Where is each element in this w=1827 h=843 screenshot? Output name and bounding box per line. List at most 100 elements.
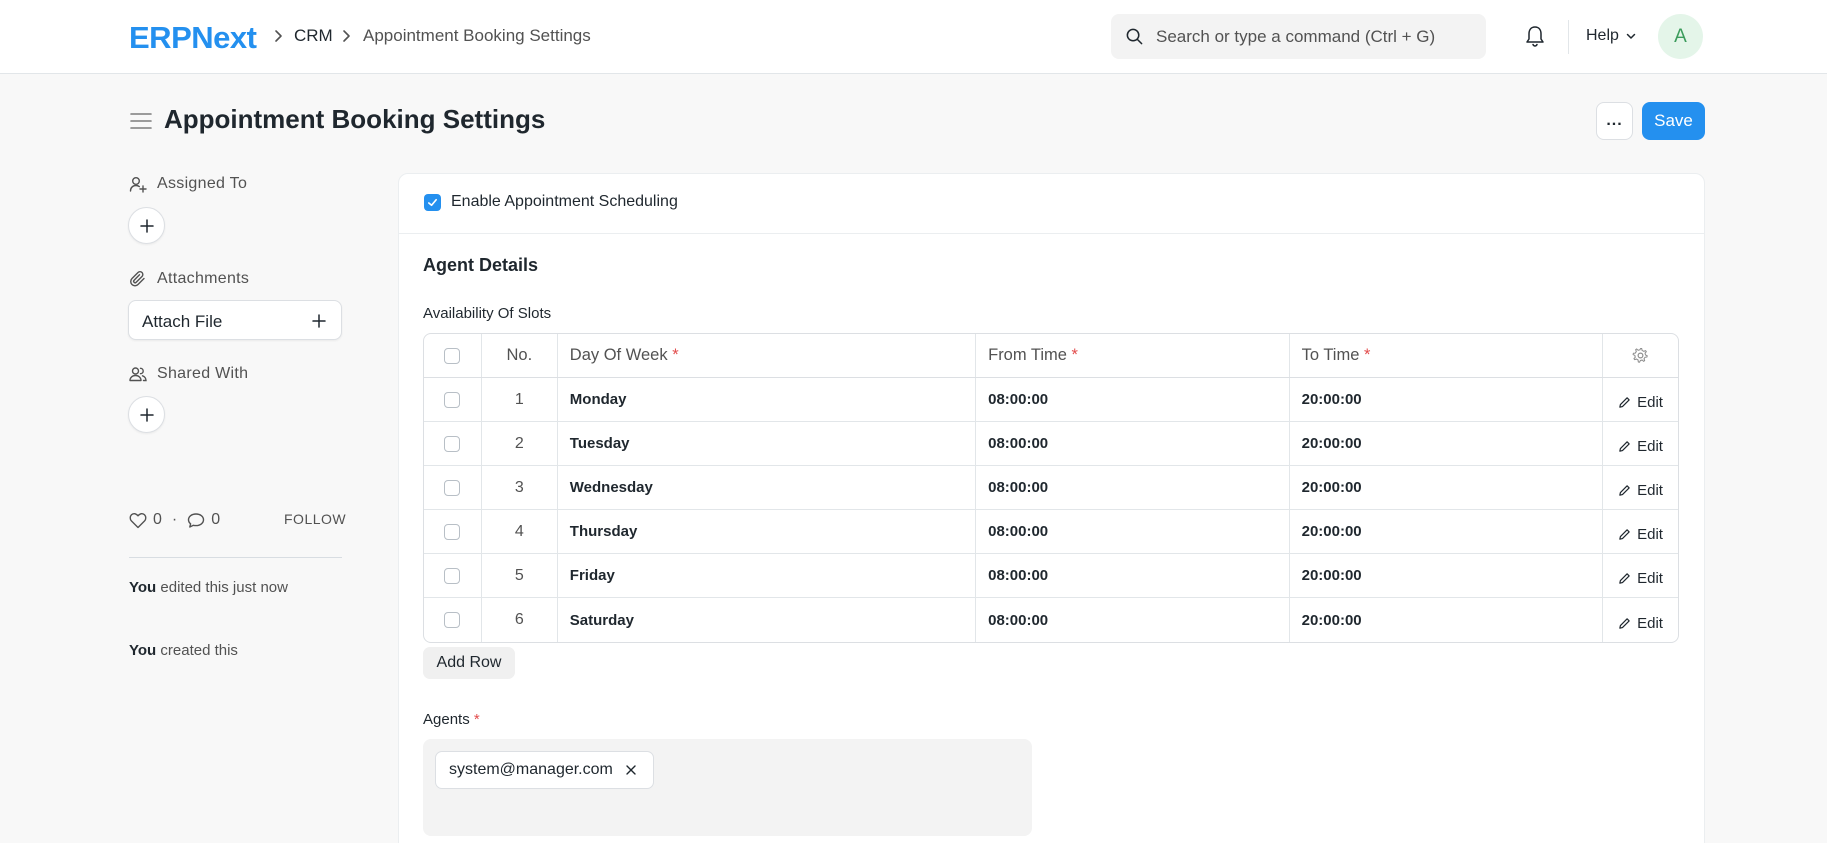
row-checkbox[interactable] [444, 435, 461, 452]
activity-item: You created this [129, 640, 329, 662]
sidebar-divider [129, 557, 342, 558]
enable-scheduling-checkbox[interactable] [424, 194, 441, 211]
from-time-cell[interactable]: 08:00:00 [976, 466, 1290, 509]
edit-label: Edit [1637, 526, 1663, 543]
erpnext-logo[interactable]: ERPNext [129, 20, 257, 56]
row-checkbox[interactable] [444, 612, 461, 628]
close-icon[interactable] [625, 764, 637, 776]
pencil-icon [1619, 397, 1630, 408]
table-row[interactable]: 2 Tuesday 08:00:00 20:00:00 Edit [424, 422, 1678, 466]
to-time-cell[interactable]: 20:00:00 [1290, 422, 1604, 465]
from-time-cell[interactable]: 08:00:00 [976, 422, 1290, 465]
col-day-of-week[interactable]: Day Of Week * [558, 334, 977, 377]
comment-icon[interactable] [187, 512, 205, 529]
to-time-cell[interactable]: 20:00:00 [1290, 466, 1604, 509]
user-add-icon [129, 177, 147, 193]
heart-icon[interactable] [129, 512, 147, 529]
required-mark: * [1363, 346, 1371, 364]
more-actions-button[interactable]: ... [1596, 102, 1633, 140]
enable-scheduling-label[interactable]: Enable Appointment Scheduling [451, 193, 678, 211]
agent-pill[interactable]: system@manager.com [435, 751, 654, 789]
to-time-cell[interactable]: 20:00:00 [1290, 378, 1604, 421]
from-time-cell[interactable]: 08:00:00 [976, 554, 1290, 597]
comments-count: 0 [211, 511, 221, 528]
bell-icon[interactable] [1524, 24, 1546, 48]
breadcrumb-crm[interactable]: CRM [294, 26, 333, 46]
activity-actor: You [129, 579, 157, 596]
plus-icon [139, 218, 154, 233]
row-select-cell [424, 466, 482, 509]
day-of-week-cell[interactable]: Wednesday [558, 466, 977, 509]
attach-file-button[interactable]: Attach File [128, 300, 342, 340]
day-of-week-cell[interactable]: Thursday [558, 510, 977, 553]
agent-email: system@manager.com [449, 761, 613, 778]
edit-label: Edit [1637, 614, 1663, 632]
table-row[interactable]: 6 Saturday 08:00:00 20:00:00 Edit [424, 598, 1678, 642]
activity-text: created this [160, 642, 238, 659]
edit-row-button[interactable]: Edit [1618, 438, 1663, 455]
add-share-button[interactable] [128, 396, 165, 433]
day-of-week-cell[interactable]: Monday [558, 378, 977, 421]
edit-cell: Edit [1603, 422, 1678, 465]
from-time-cell[interactable]: 08:00:00 [976, 598, 1290, 642]
edit-label: Edit [1637, 482, 1663, 499]
assigned-to-text: Assigned To [157, 175, 248, 192]
activity-item: You edited this just now [129, 577, 329, 599]
edit-row-button[interactable]: Edit [1618, 526, 1663, 543]
edit-label: Edit [1637, 438, 1663, 455]
row-checkbox[interactable] [444, 391, 461, 408]
row-checkbox[interactable] [444, 479, 461, 496]
col-from-label: From Time [988, 346, 1067, 364]
edit-cell: Edit [1603, 466, 1678, 509]
slots-label: Availability Of Slots [423, 305, 552, 322]
to-time-cell[interactable]: 20:00:00 [1290, 598, 1604, 642]
users-icon [129, 367, 147, 382]
col-to-time[interactable]: To Time * [1290, 334, 1604, 377]
day-of-week-cell[interactable]: Saturday [558, 598, 977, 642]
table-row[interactable]: 5 Friday 08:00:00 20:00:00 Edit [424, 554, 1678, 598]
edit-row-button[interactable]: Edit [1618, 394, 1663, 411]
to-time-cell[interactable]: 20:00:00 [1290, 510, 1604, 553]
table-row[interactable]: 4 Thursday 08:00:00 20:00:00 Edit [424, 510, 1678, 554]
edit-row-button[interactable]: Edit [1618, 615, 1663, 632]
add-assignee-button[interactable] [128, 207, 165, 244]
row-checkbox[interactable] [444, 567, 461, 584]
row-number: 1 [482, 378, 558, 421]
save-button[interactable]: Save [1642, 102, 1705, 140]
gear-icon[interactable] [1632, 347, 1649, 364]
to-time-cell[interactable]: 20:00:00 [1290, 554, 1604, 597]
search-bar[interactable]: Search or type a command (Ctrl + G) [1111, 14, 1486, 59]
day-of-week-cell[interactable]: Tuesday [558, 422, 977, 465]
user-avatar[interactable]: A [1658, 14, 1703, 59]
slots-table: No. Day Of Week * From Time * To Time * … [423, 333, 1679, 643]
help-dropdown[interactable]: Help [1586, 27, 1637, 45]
add-row-button[interactable]: Add Row [423, 647, 515, 679]
edit-cell: Edit [1603, 554, 1678, 597]
row-number: 2 [482, 422, 558, 465]
breadcrumb-current-page[interactable]: Appointment Booking Settings [363, 26, 591, 46]
table-row[interactable]: 3 Wednesday 08:00:00 20:00:00 Edit [424, 466, 1678, 510]
edit-cell: Edit [1603, 598, 1678, 642]
edit-label: Edit [1637, 570, 1663, 587]
agents-multiselect[interactable]: system@manager.com [423, 739, 1032, 836]
row-select-cell [424, 598, 482, 642]
search-icon [1126, 28, 1143, 45]
chevron-down-icon [1626, 33, 1636, 39]
likes-count: 0 [153, 511, 162, 528]
from-time-cell[interactable]: 08:00:00 [976, 510, 1290, 553]
agents-label-text: Agents [423, 711, 470, 728]
pencil-icon [1619, 617, 1630, 629]
col-to-label: To Time [1301, 346, 1360, 364]
table-row[interactable]: 1 Monday 08:00:00 20:00:00 Edit [424, 378, 1678, 422]
activity-actor: You [129, 642, 157, 659]
row-checkbox[interactable] [444, 523, 461, 540]
search-placeholder: Search or type a command (Ctrl + G) [1156, 27, 1436, 46]
day-of-week-cell[interactable]: Friday [558, 554, 977, 597]
follow-button[interactable]: FOLLOW [284, 511, 346, 527]
edit-row-button[interactable]: Edit [1618, 482, 1663, 499]
select-all-checkbox[interactable] [444, 347, 461, 364]
col-from-time[interactable]: From Time * [976, 334, 1290, 377]
sidebar-toggle-icon[interactable] [130, 112, 152, 130]
from-time-cell[interactable]: 08:00:00 [976, 378, 1290, 421]
edit-row-button[interactable]: Edit [1618, 570, 1663, 587]
